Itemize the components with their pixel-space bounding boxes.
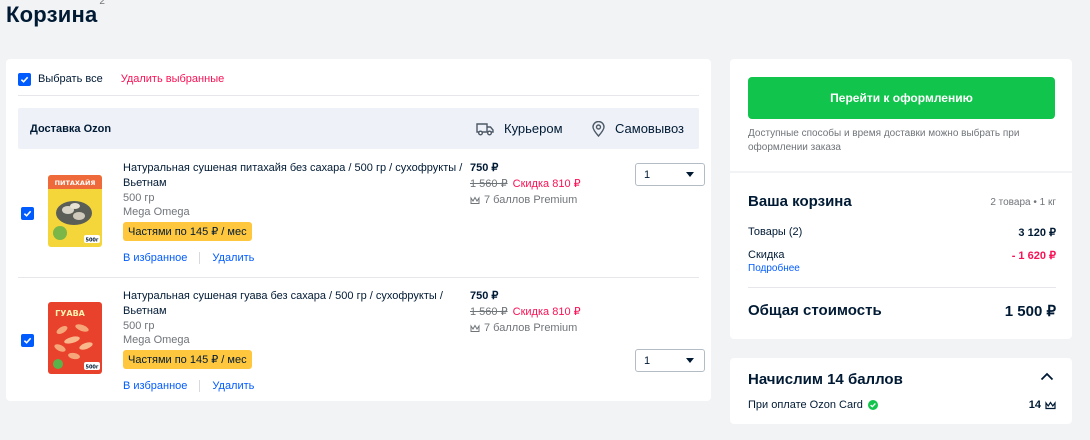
points-value: 14 [1029, 399, 1056, 411]
delete-item-link[interactable]: Удалить [212, 252, 254, 264]
summary-goods-value: 3 120 ₽ [1018, 227, 1056, 239]
points-ozon-card-row: При оплате Ozon Card [748, 399, 878, 411]
item-old-price: 1 560 ₽ [470, 306, 508, 318]
crown-icon [470, 195, 480, 204]
points-title: Начислим 14 баллов [748, 371, 903, 388]
cart-summary-title: Ваша корзина [748, 193, 852, 210]
cart-item: ПИТАХАЙЯ 500г Натуральная сушеная питаха… [18, 151, 705, 277]
check-icon [23, 210, 32, 217]
item-checkbox[interactable] [21, 334, 34, 347]
crown-icon [470, 323, 480, 332]
item-name[interactable]: Натуральная сушеная питахайя без сахара … [123, 161, 463, 191]
item-info: Натуральная сушеная гуава без сахара / 5… [123, 289, 463, 392]
delivery-option-pickup[interactable]: Самовывоз [592, 108, 684, 149]
product-package-image: ГУАВА 500г [48, 302, 102, 374]
divider [199, 252, 201, 264]
item-name[interactable]: Натуральная сушеная гуава без сахара / 5… [123, 289, 463, 319]
cart-items-panel: Выбрать все Удалить выбранные Доставка O… [6, 59, 711, 401]
product-package-image: ПИТАХАЙЯ 500г [48, 175, 102, 247]
delivery-courier-label: Курьером [504, 121, 563, 136]
item-discount: Скидка 810 ₽ [512, 178, 581, 190]
quantity-select[interactable]: 1 [635, 349, 705, 372]
item-premium-label: 7 баллов Premium [484, 322, 578, 334]
item-price: 750 ₽ [470, 290, 499, 302]
item-price-block: 750 ₽ 1 560 ₽ Скидка 810 ₽ 7 баллов Prem… [470, 161, 581, 208]
cart-count-badge: 2 [99, 0, 106, 7]
item-checkbox[interactable] [21, 207, 34, 220]
delivery-note: Доступные способы и время доставки можно… [748, 128, 1020, 153]
page-title: Корзина2 [6, 0, 106, 28]
points-panel: Начислим 14 баллов При оплате Ozon Card … [730, 358, 1072, 424]
item-brand: Mega Omega [123, 206, 190, 218]
total-label: Общая стоимость [748, 302, 882, 319]
checkout-panel: Перейти к оформлению Доступные способы и… [730, 59, 1072, 171]
item-discount: Скидка 810 ₽ [512, 306, 581, 318]
points-value-text: 14 [1028, 399, 1041, 411]
checkout-button[interactable]: Перейти к оформлению [748, 77, 1055, 119]
quantity-value: 1 [644, 168, 651, 181]
item-actions: В избранное Удалить [123, 380, 463, 392]
item-price-block: 750 ₽ 1 560 ₽ Скидка 810 ₽ 7 баллов Prem… [470, 289, 581, 336]
item-price: 750 ₽ [470, 162, 499, 174]
item-weight: 500 гр [123, 192, 155, 204]
item-brand: Mega Omega [123, 334, 190, 346]
delivery-title: Доставка Ozon [30, 122, 112, 135]
item-premium-points: 7 баллов Premium [470, 320, 581, 336]
add-to-favorites-link[interactable]: В избранное [123, 252, 187, 264]
product-image[interactable]: ГУАВА 500г [48, 302, 102, 374]
summary-goods-label: Товары (2) [748, 226, 803, 238]
delivery-header: Доставка Ozon Курьером Самовывоз [18, 108, 699, 149]
delivery-option-courier[interactable]: Курьером [476, 108, 563, 149]
select-all-row: Выбрать все Удалить выбранные [18, 69, 224, 89]
quantity-select[interactable]: 1 [635, 163, 705, 186]
chevron-down-icon [686, 358, 694, 363]
delete-item-link[interactable]: Удалить [212, 380, 254, 392]
delete-selected-link[interactable]: Удалить выбранные [121, 73, 225, 85]
item-old-price-row: 1 560 ₽ Скидка 810 ₽ [470, 304, 581, 320]
package-weight: 500г [85, 365, 98, 371]
check-icon [23, 337, 32, 344]
select-all-checkbox[interactable] [18, 72, 31, 86]
cart-summary: Ваша корзина 2 товара • 1 кг Товары (2) … [730, 173, 1072, 339]
item-info: Натуральная сушеная питахайя без сахара … [123, 161, 463, 264]
installment-badge[interactable]: Частями по 145 ₽ / мес [123, 350, 252, 369]
package-label: ГУАВА [55, 309, 86, 318]
location-pin-icon [592, 120, 605, 137]
chevron-up-icon[interactable] [1040, 372, 1054, 381]
cart-summary-count: 2 товара • 1 кг [990, 197, 1056, 208]
discount-details-link[interactable]: Подробнее [748, 263, 800, 274]
crown-icon [1045, 400, 1056, 409]
item-weight: 500 гр [123, 320, 155, 332]
item-premium-points: 7 баллов Premium [470, 192, 581, 208]
check-icon [20, 76, 29, 83]
truck-icon [476, 122, 494, 135]
divider [18, 95, 699, 96]
delivery-pickup-label: Самовывоз [615, 121, 684, 136]
item-actions: В избранное Удалить [123, 252, 463, 264]
item-premium-label: 7 баллов Premium [484, 194, 578, 206]
chevron-down-icon [686, 172, 694, 177]
summary-goods-row: Товары (2) 3 120 ₽ [748, 226, 1056, 239]
summary-discount-label: Скидка [748, 249, 785, 261]
item-old-price: 1 560 ₽ [470, 178, 508, 190]
points-card-label: При оплате Ozon Card [748, 399, 863, 411]
installment-badge[interactable]: Частями по 145 ₽ / мес [123, 222, 252, 241]
cart-item: ГУАВА 500г Натуральная сушеная гуава без… [18, 277, 705, 403]
divider [748, 287, 1056, 288]
product-image[interactable]: ПИТАХАЙЯ 500г [48, 175, 102, 247]
check-circle-icon [867, 400, 878, 410]
package-weight: 500г [85, 238, 98, 244]
add-to-favorites-link[interactable]: В избранное [123, 380, 187, 392]
summary-discount-value: - 1 620 ₽ [1011, 250, 1056, 262]
divider [199, 380, 201, 392]
total-value: 1 500 ₽ [1004, 303, 1056, 320]
page-title-text: Корзина [6, 2, 98, 27]
package-label: ПИТАХАЙЯ [55, 178, 96, 187]
item-old-price-row: 1 560 ₽ Скидка 810 ₽ [470, 176, 581, 192]
select-all-label[interactable]: Выбрать все [38, 73, 103, 85]
quantity-value: 1 [644, 354, 651, 367]
summary-discount-row: Скидка - 1 620 ₽ [748, 249, 1056, 262]
